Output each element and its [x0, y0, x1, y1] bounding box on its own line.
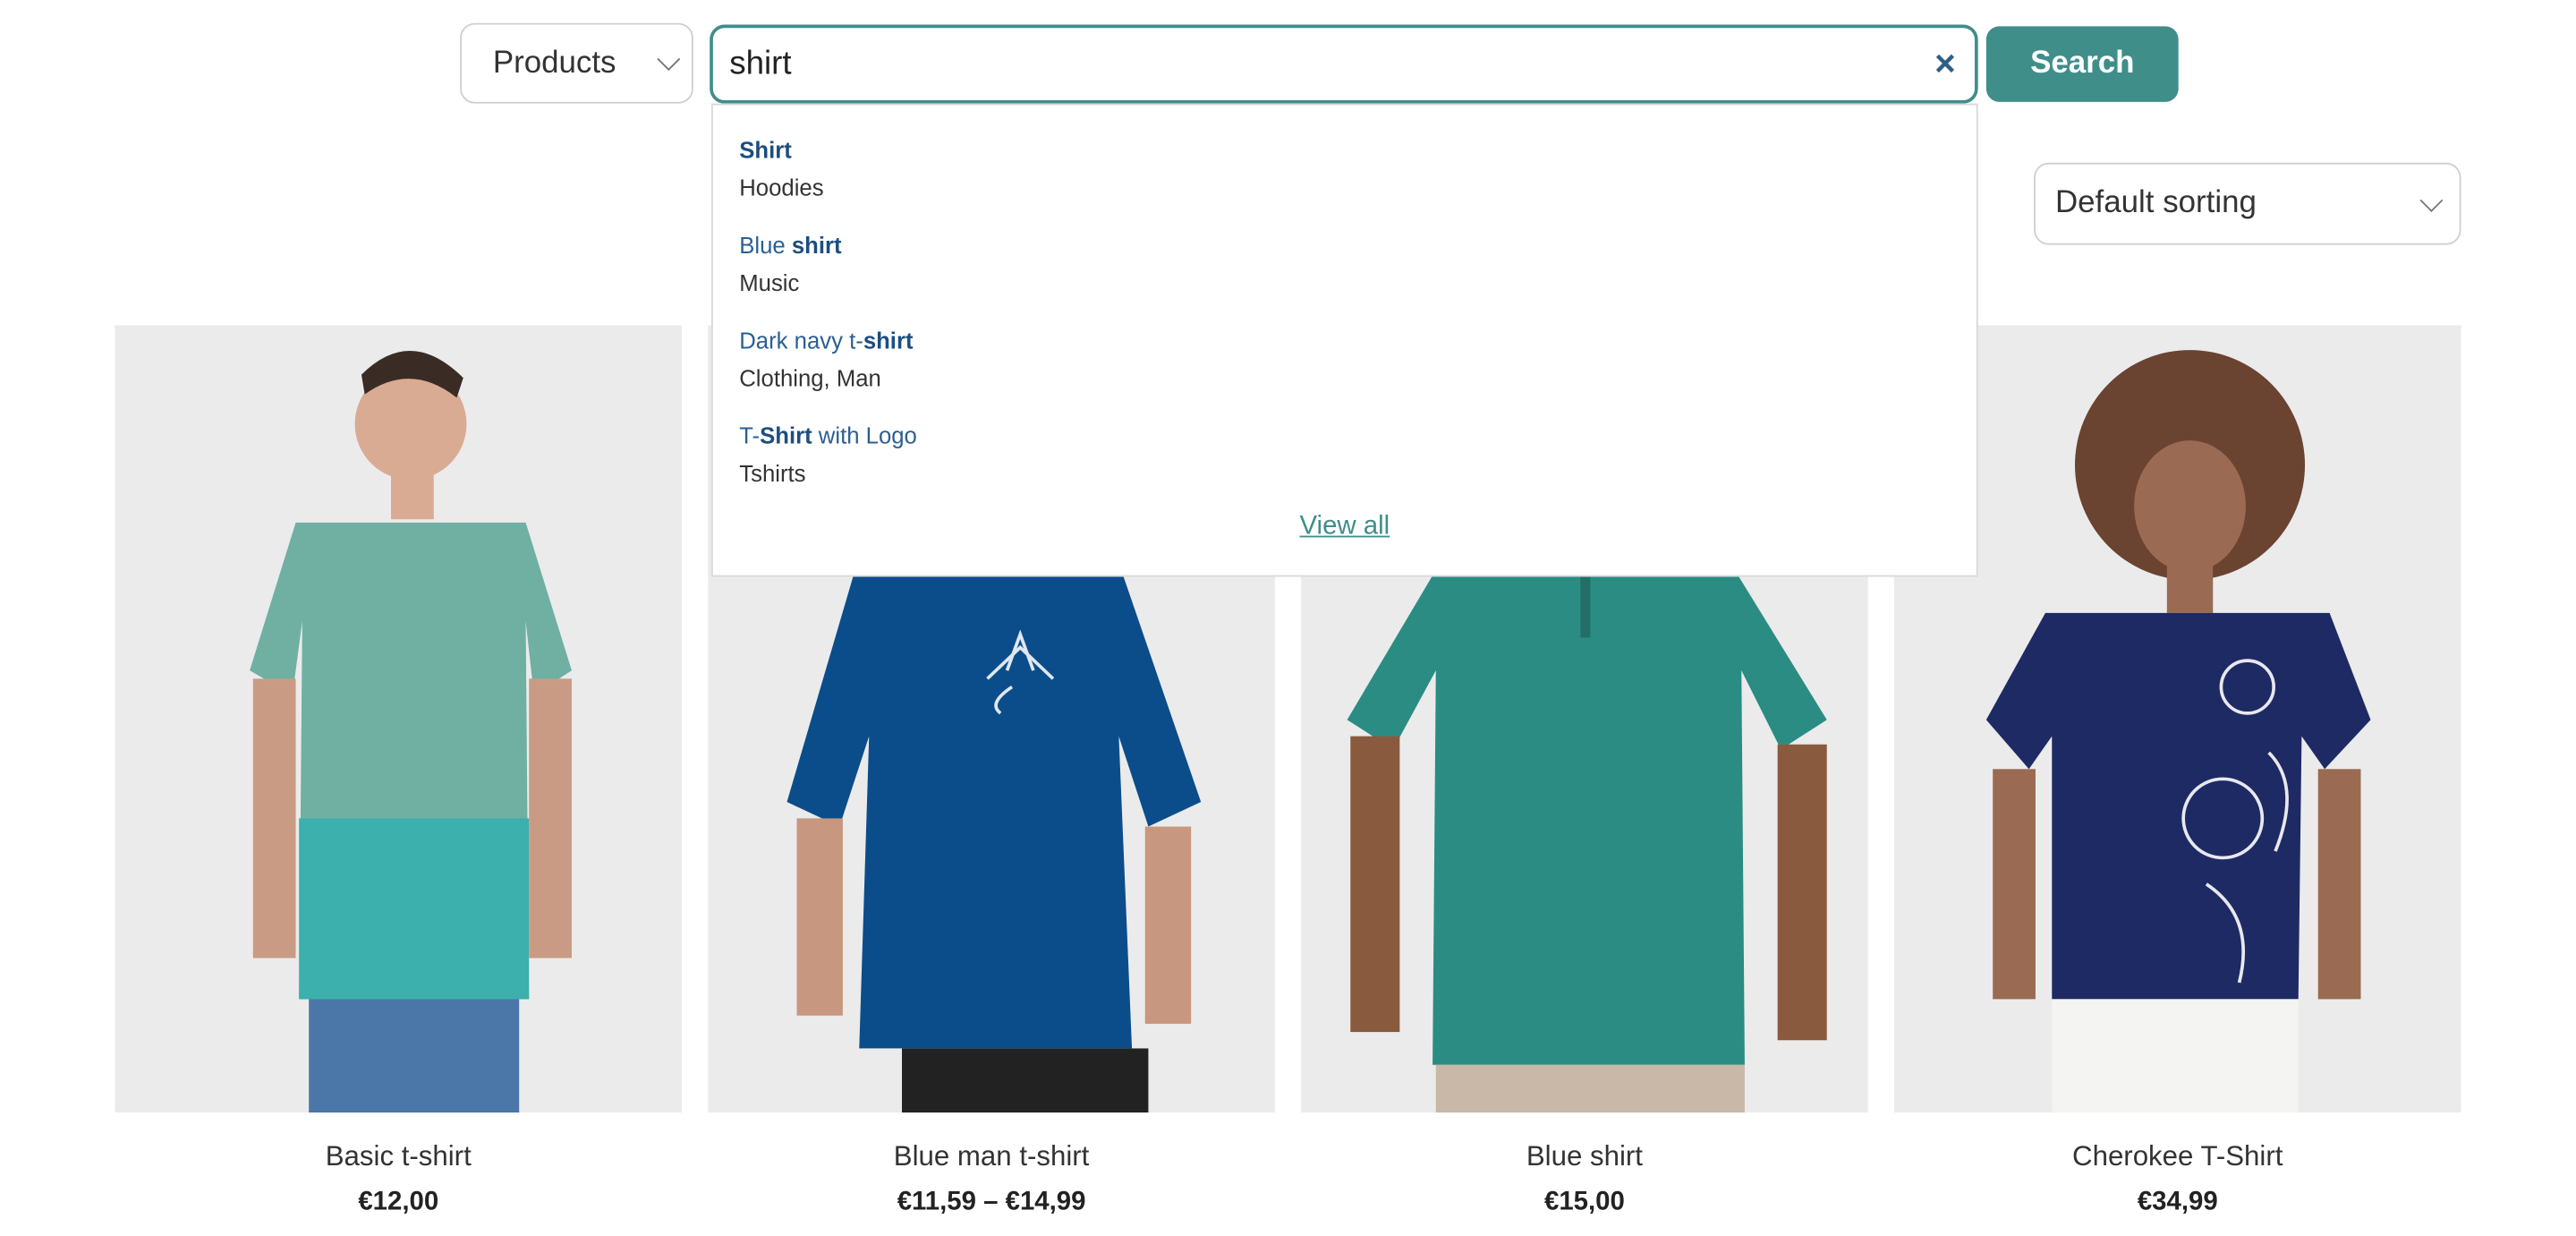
category-select-value: Products	[492, 45, 616, 81]
sorting-select-value: Default sorting	[2054, 185, 2257, 221]
product-price: €15,00	[1543, 1188, 1625, 1216]
search-suggestions-dropdown: Shirt Hoodies Blue shirt Music Dark navy…	[711, 103, 1978, 577]
product-card[interactable]: Cherokee T-Shirt €34,99	[1894, 325, 2461, 1218]
product-name[interactable]: Basic t-shirt	[115, 1140, 682, 1173]
shop-page: Products × Search Default sorting	[0, 0, 2576, 1236]
suggestion-category: Music	[739, 269, 800, 296]
product-image[interactable]	[1894, 325, 2461, 1113]
suggestion-category: Clothing, Man	[739, 364, 881, 391]
floral-tshirt-model-image	[1894, 325, 2461, 1113]
chevron-down-icon	[657, 47, 681, 72]
product-name[interactable]: Blue shirt	[1301, 1140, 1867, 1173]
chevron-down-icon	[2419, 189, 2444, 212]
suggestion-title: T-Shirt with Logo	[739, 422, 917, 449]
product-card[interactable]: Basic t-shirt €12,00	[115, 325, 682, 1218]
product-price: €11,59 – €14,99	[897, 1188, 1086, 1216]
product-name[interactable]: Blue man t-shirt	[708, 1140, 1274, 1173]
suggestion-item[interactable]: T-Shirt with Logo Tshirts	[739, 421, 917, 488]
search-input[interactable]	[729, 28, 1880, 101]
suggestion-title: Dark navy t-shirt	[739, 327, 914, 354]
product-price: €34,99	[2137, 1188, 2218, 1216]
suggestion-category: Hoodies	[739, 174, 824, 201]
suggestion-category: Tshirts	[739, 460, 806, 487]
suggestion-item[interactable]: Dark navy t-shirt Clothing, Man	[739, 326, 913, 393]
search-button[interactable]: Search	[1985, 26, 2179, 102]
view-all-link[interactable]: View all	[713, 513, 1977, 542]
clear-search-icon[interactable]: ×	[1929, 45, 1962, 81]
tshirt-model-image	[115, 325, 682, 1113]
suggestion-title: Blue shirt	[739, 231, 842, 259]
product-price: €12,00	[358, 1188, 439, 1216]
search-field[interactable]: ×	[710, 24, 1978, 104]
suggestion-item[interactable]: Blue shirt Music	[739, 230, 841, 297]
product-image[interactable]	[115, 325, 682, 1113]
product-name[interactable]: Cherokee T-Shirt	[1894, 1140, 2461, 1173]
sorting-select[interactable]: Default sorting	[2034, 162, 2461, 245]
suggestion-title: Shirt	[739, 136, 792, 163]
category-select[interactable]: Products	[460, 22, 693, 104]
suggestion-item[interactable]: Shirt Hoodies	[739, 135, 823, 202]
